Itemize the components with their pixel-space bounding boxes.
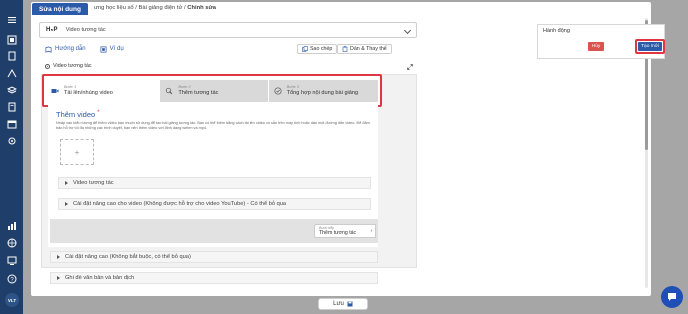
chat-bubble-icon xyxy=(668,293,676,301)
accordion-advanced-video[interactable]: Cài đặt nâng cao cho video (Không được h… xyxy=(58,198,371,210)
caret-right-icon xyxy=(57,276,60,280)
h5p-logo: H₅P xyxy=(46,27,58,33)
add-video-title-text: Thêm video xyxy=(56,110,96,119)
next-step-label: Thêm tương tác xyxy=(319,230,357,236)
step-label: Tổng hợp nội dung bài giảng xyxy=(286,89,359,96)
required-mark: * xyxy=(97,110,100,116)
step-2[interactable]: Bước 2 Thêm tương tác xyxy=(160,79,268,102)
accordion-override[interactable]: Ghi đè văn bản và bản dịch xyxy=(50,272,378,284)
add-video-title: Thêm video * xyxy=(56,110,100,119)
create-button[interactable]: Tạo mới xyxy=(638,42,662,51)
accordion-video[interactable]: Video tương tác xyxy=(58,177,371,189)
accordion-label: Video tương tác xyxy=(73,180,114,186)
paste-replace-button[interactable]: Dán & Thay thế xyxy=(337,44,392,54)
floppy-disk-icon xyxy=(347,301,353,307)
paste-icon xyxy=(342,46,348,52)
step-label: Tải lên/nhúng video xyxy=(64,89,113,96)
copy-label: Sao chép xyxy=(310,46,333,52)
guide-label: Hướng dẫn xyxy=(55,46,86,52)
example-label: Ví dụ xyxy=(109,46,124,52)
action-title: Hành động xyxy=(543,28,570,34)
content-type-selector[interactable]: H₅P Video tương tác xyxy=(39,22,417,38)
video-camera-icon xyxy=(51,88,59,93)
accordion-advanced[interactable]: Cài đặt nâng cao (Không bắt buộc, có thể… xyxy=(50,251,378,263)
step-navigation: Bước 1 Tải lên/nhúng video Bước 2 Thêm tươ… xyxy=(42,74,382,107)
caret-right-icon xyxy=(65,181,68,185)
add-video-description: Nhấp vào biểu tượng để thêm video bạn mu… xyxy=(56,121,370,130)
chevron-down-icon xyxy=(403,26,412,35)
save-button[interactable]: Lưu xyxy=(318,298,368,310)
step-1[interactable]: Bước 1 Tải lên/nhúng video xyxy=(46,79,160,102)
step-label: Thêm tương tác xyxy=(178,89,219,96)
content-type-value: Video tương tác xyxy=(65,27,106,33)
accordion-label: Cài đặt nâng cao (Không bắt buộc, có thể… xyxy=(65,254,191,260)
paste-label: Dán & Thay thế xyxy=(350,46,387,52)
hand-pointer-icon xyxy=(166,87,173,94)
caret-right-icon xyxy=(65,202,68,206)
video-icon xyxy=(45,63,50,69)
save-label: Lưu xyxy=(333,301,344,307)
caret-right-icon xyxy=(57,255,60,259)
chat-button[interactable] xyxy=(661,286,683,308)
accordion-label: Cài đặt nâng cao cho video (Không được h… xyxy=(73,201,287,207)
cancel-button[interactable]: Hủy xyxy=(588,42,604,51)
section-label-text: Video tương tác xyxy=(53,63,92,69)
accordion-label: Ghi đè văn bản và bản dịch xyxy=(65,275,135,281)
example-link[interactable]: Ví dụ xyxy=(100,46,124,53)
next-arrow-icon[interactable]: › xyxy=(368,224,376,238)
copy-icon xyxy=(302,46,308,52)
guide-icon xyxy=(45,46,52,53)
guide-link[interactable]: Hướng dẫn xyxy=(45,46,86,53)
copy-button[interactable]: Sao chép xyxy=(297,44,338,54)
expand-icon[interactable] xyxy=(407,64,413,70)
add-video-button[interactable]: + xyxy=(60,139,94,165)
next-step-button[interactable]: Bước tiếp Thêm tương tác xyxy=(314,224,370,238)
check-circle-icon xyxy=(274,86,282,95)
step-3[interactable]: Bước 3 Tổng hợp nội dung bài giảng xyxy=(268,79,378,102)
section-label: Video tương tác xyxy=(45,63,92,69)
example-icon xyxy=(100,46,107,52)
